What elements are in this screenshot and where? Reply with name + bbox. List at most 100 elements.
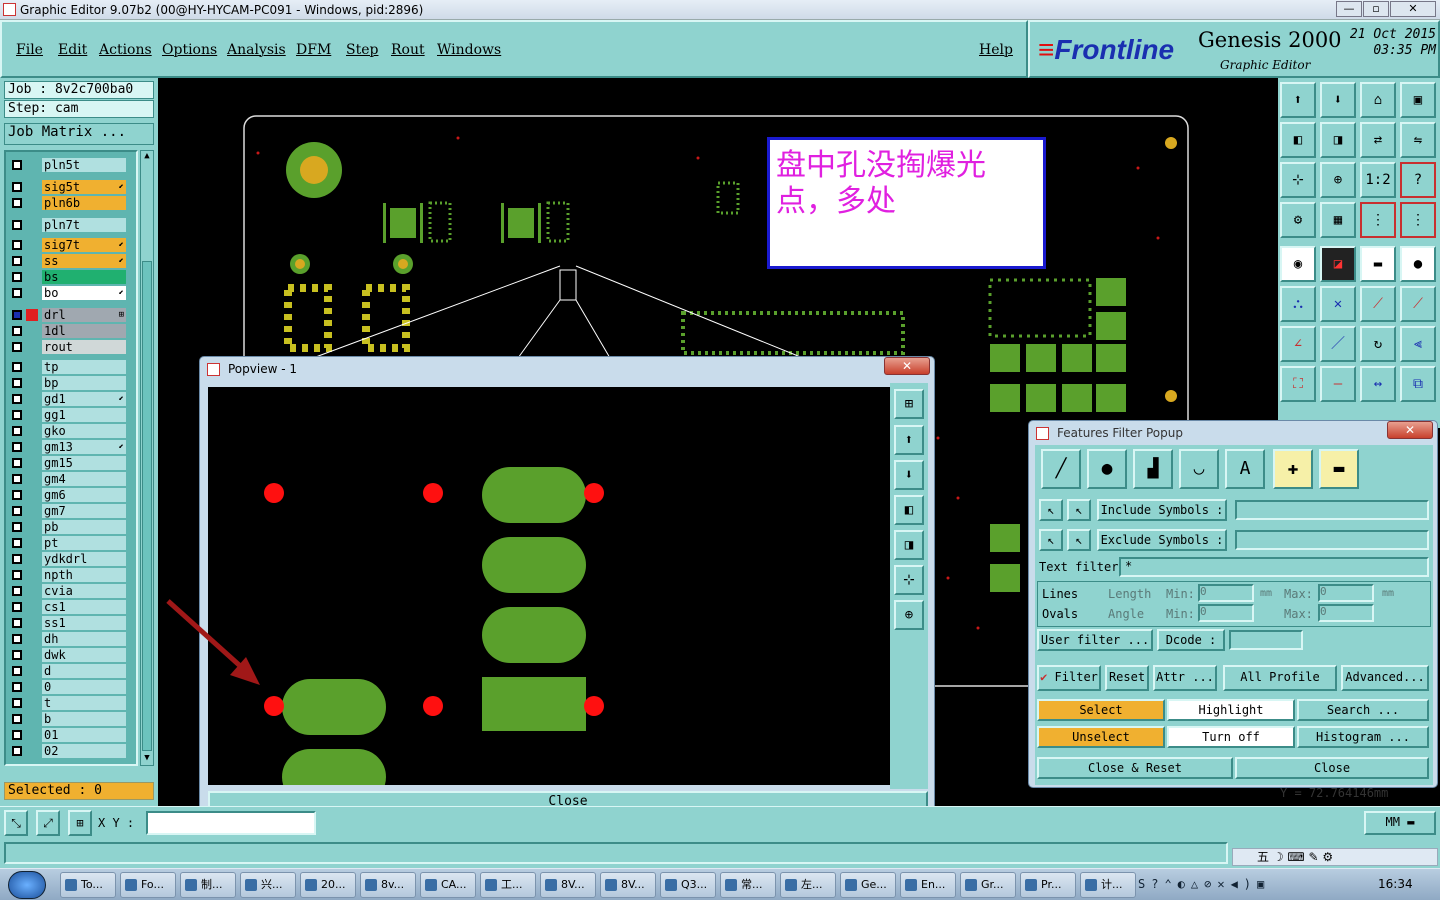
task-item[interactable]: 20...	[300, 872, 356, 898]
layer-checkbox[interactable]	[12, 586, 22, 596]
layer-name[interactable]: b	[42, 712, 126, 726]
layer-checkbox[interactable]	[12, 410, 22, 420]
layer-row[interactable]: 0	[8, 680, 128, 694]
task-item[interactable]: En...	[900, 872, 956, 898]
layer-checkbox[interactable]	[12, 394, 22, 404]
layer-checkbox[interactable]	[12, 554, 22, 564]
user-filter-button[interactable]: User filter ...	[1037, 629, 1153, 651]
layer-checkbox[interactable]	[12, 602, 22, 612]
layer-checkbox[interactable]	[12, 342, 22, 352]
layer-checkbox[interactable]	[12, 522, 22, 532]
layer-name[interactable]: rout	[42, 340, 126, 354]
text-filter-input[interactable]: *	[1119, 557, 1429, 577]
layer-row[interactable]: pln6b	[8, 196, 128, 210]
layer-row[interactable]: gm7	[8, 504, 128, 518]
menu-analysis[interactable]: Analysis	[227, 42, 286, 58]
length-min-input[interactable]: 0	[1198, 584, 1254, 602]
layer-name[interactable]: drl ⊞	[42, 308, 126, 322]
connect-icon[interactable]: ⛬	[1280, 286, 1316, 322]
popview-close-icon[interactable]: ✕	[884, 357, 930, 375]
select-pad-icon[interactable]: ◉	[1280, 246, 1316, 282]
layer-name[interactable]: 02	[42, 744, 126, 758]
layer-checkbox[interactable]	[12, 634, 22, 644]
layer-name[interactable]: gm13 ⬋	[42, 440, 126, 454]
units-dropdown[interactable]: MM ▬	[1364, 811, 1436, 835]
task-item[interactable]: 左...	[780, 872, 836, 898]
angle-max-input[interactable]: 0	[1318, 604, 1374, 622]
layer-row[interactable]: sig5t ⬋	[8, 180, 128, 194]
layer-checkbox[interactable]	[12, 698, 22, 708]
layer-name[interactable]: gm4	[42, 472, 126, 486]
clock[interactable]: 16:34	[1378, 877, 1413, 891]
maximize-button[interactable]: ▫	[1363, 1, 1389, 17]
dcode-button[interactable]: Dcode :	[1157, 629, 1225, 651]
surface-shape-icon[interactable]: ▟	[1133, 449, 1173, 489]
layer-row[interactable]: bs	[8, 270, 128, 284]
layer-checkbox[interactable]	[12, 256, 22, 266]
task-item[interactable]: 8V...	[540, 872, 596, 898]
scroll-down-icon[interactable]: ▼	[142, 753, 152, 765]
layer-name[interactable]: bs	[42, 270, 126, 284]
zoom-down-icon[interactable]: ⬇	[1320, 82, 1356, 118]
pop-right-icon[interactable]: ◨	[894, 530, 924, 560]
search-button[interactable]: Search ...	[1297, 699, 1429, 721]
task-item[interactable]: 兴...	[240, 872, 296, 898]
window-icon[interactable]: ▣	[1400, 82, 1436, 118]
layer-name[interactable]: 0	[42, 680, 126, 694]
pop-center-icon[interactable]: ⊕	[894, 600, 924, 630]
layer-name[interactable]: bo ⬋	[42, 286, 126, 300]
attr-button[interactable]: Attr ...	[1153, 665, 1217, 691]
layer-name[interactable]: dh	[42, 632, 126, 646]
lines-checkbox[interactable]: Lines	[1042, 586, 1078, 602]
layer-checkbox[interactable]	[12, 746, 22, 756]
layer-row[interactable]: ss ⬋	[8, 254, 128, 268]
arc-shape-icon[interactable]: ◡	[1179, 449, 1219, 489]
layer-row[interactable]: gd1 ⬋	[8, 392, 128, 406]
layer-row[interactable]: dwk	[8, 648, 128, 662]
line-icon[interactable]: ⟋	[1360, 286, 1396, 322]
menu-rout[interactable]: Rout	[391, 42, 425, 58]
task-item[interactable]: Ge...	[840, 872, 896, 898]
layer-checkbox[interactable]	[12, 310, 22, 320]
line-alt-icon[interactable]: ⟋	[1400, 286, 1436, 322]
layer-checkbox[interactable]	[12, 730, 22, 740]
layer-row[interactable]: 01	[8, 728, 128, 742]
task-item[interactable]: CA...	[420, 872, 476, 898]
layer-row[interactable]: pb	[8, 520, 128, 534]
layer-name[interactable]: t	[42, 696, 126, 710]
filter-toggle[interactable]: ✔ Filter	[1037, 665, 1101, 691]
layer-name[interactable]: pln7t	[42, 218, 126, 232]
layer-name[interactable]: dwk	[42, 648, 126, 662]
layer-row[interactable]: cvia	[8, 584, 128, 598]
bracket-icon[interactable]: ⫷	[1400, 326, 1436, 362]
layer-checkbox[interactable]	[12, 474, 22, 484]
menu-help[interactable]: Help	[979, 42, 1013, 58]
line-shape-icon[interactable]: ╱	[1041, 449, 1081, 489]
menu-dfm[interactable]: DFM	[296, 42, 331, 58]
layer-checkbox[interactable]	[12, 458, 22, 468]
exclude-arrow-icon[interactable]: ↖	[1039, 529, 1063, 551]
layer-row[interactable]: gm15	[8, 456, 128, 470]
layer-name[interactable]: ydkdrl	[42, 552, 126, 566]
layer-checkbox[interactable]	[12, 220, 22, 230]
ime-bar[interactable]: 五 ☽ ⌨ ✎ ⚙	[1232, 848, 1438, 866]
layer-name[interactable]: npth	[42, 568, 126, 582]
layer-checkbox[interactable]	[12, 650, 22, 660]
filter-close-icon[interactable]: ✕	[1387, 421, 1433, 439]
task-item[interactable]: To...	[60, 872, 116, 898]
layer-checkbox[interactable]	[12, 272, 22, 282]
layer-checkbox[interactable]	[12, 682, 22, 692]
pan-right-icon[interactable]: ◨	[1320, 122, 1356, 158]
task-item[interactable]: Fo...	[120, 872, 176, 898]
layer-row[interactable]: ydkdrl	[8, 552, 128, 566]
layer-row[interactable]: gm4	[8, 472, 128, 486]
layer-checkbox[interactable]	[12, 666, 22, 676]
layer-row[interactable]: gg1	[8, 408, 128, 422]
layer-checkbox[interactable]	[12, 426, 22, 436]
rotate-icon[interactable]: ↻	[1360, 326, 1396, 362]
layer-name[interactable]: ss ⬋	[42, 254, 126, 268]
layer-scrollbar[interactable]: ▲ ▼	[140, 150, 154, 766]
mirror-icon[interactable]: ⇄	[1360, 122, 1396, 158]
close-reset-button[interactable]: Close & Reset	[1037, 757, 1233, 779]
pop-left-icon[interactable]: ◧	[894, 495, 924, 525]
